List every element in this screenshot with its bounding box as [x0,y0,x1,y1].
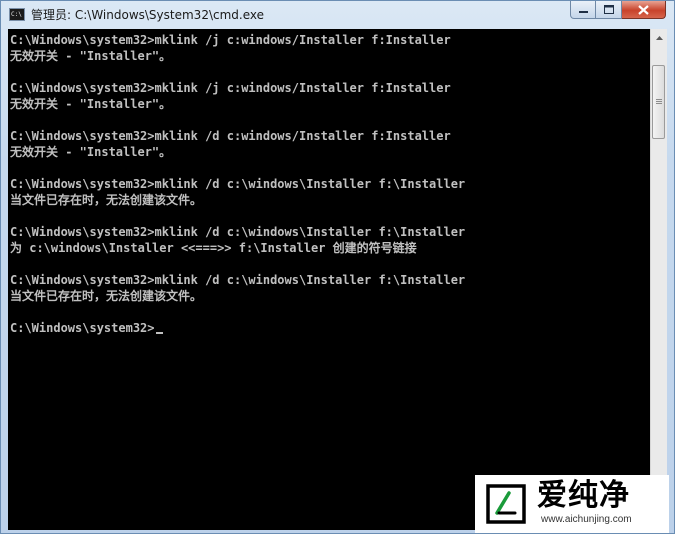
scrollbar-thumb[interactable] [652,65,665,139]
console-line: C:\Windows\system32>mklink /j c:windows/… [10,80,465,96]
console-line: 无效开关 - "Installer"。 [10,96,465,112]
close-icon [638,4,649,15]
console-line-text: 无效开关 - "Installer"。 [10,97,172,111]
close-button[interactable] [622,1,666,19]
text-cursor [155,332,163,334]
console-line-text: 当文件已存在时，无法创建该文件。 [10,193,203,207]
console-line-text: 为 c:\windows\Installer <<===>> f:\Instal… [10,241,417,255]
scroll-up-button[interactable] [651,29,667,46]
watermark-url: www.aichunjing.com [541,514,632,525]
console-line: C:\Windows\system32>mklink /d c:windows/… [10,128,465,144]
console-line: C:\Windows\system32>mklink /d c:\windows… [10,224,465,240]
maximize-icon [603,5,614,14]
console-line: 无效开关 - "Installer"。 [10,48,465,64]
console-output[interactable]: C:\Windows\system32>mklink /j c:windows/… [8,29,650,530]
console-line-text: 无效开关 - "Installer"。 [10,145,172,159]
watermark-logo: 爱纯净 www.aichunjing.com [475,475,669,533]
console-line-text: C:\Windows\system32>mklink /j c:windows/… [10,33,451,47]
console-line: 当文件已存在时，无法创建该文件。 [10,192,465,208]
watermark-logo-icon [486,484,526,524]
caption-buttons [570,1,666,20]
console-line: C:\Windows\system32>mklink /j c:windows/… [10,32,465,48]
console-line-text: C:\Windows\system32> [10,321,155,335]
watermark-name: 爱纯净 [537,478,630,513]
minimize-icon [578,11,588,13]
console-line-text: 无效开关 - "Installer"。 [10,49,172,63]
console-lines: C:\Windows\system32>mklink /j c:windows/… [10,32,465,336]
console-line-text: C:\Windows\system32>mklink /d c:\windows… [10,225,466,239]
minimize-button[interactable] [570,1,596,19]
console-line: C:\Windows\system32> [10,320,465,336]
console-line-text: C:\Windows\system32>mklink /d c:\windows… [10,177,466,191]
console-line-text: C:\Windows\system32>mklink /j c:windows/… [10,81,451,95]
console-line: 当文件已存在时，无法创建该文件。 [10,288,465,304]
console-line: C:\Windows\system32>mklink /d c:\windows… [10,272,465,288]
title-bar[interactable]: C:\ 管理员: C:\Windows\System32\cmd.exe [1,1,674,29]
vertical-scrollbar[interactable] [650,29,667,530]
console-line-text: 当文件已存在时，无法创建该文件。 [10,289,203,303]
maximize-button[interactable] [596,1,622,19]
console-line: 为 c:\windows\Installer <<===>> f:\Instal… [10,240,465,256]
cmd-window: C:\ 管理员: C:\Windows\System32\cmd.exe C:\… [0,0,675,534]
console-line: 无效开关 - "Installer"。 [10,144,465,160]
cmd-icon[interactable]: C:\ [9,8,25,21]
console-line-text: C:\Windows\system32>mklink /d c:\windows… [10,273,466,287]
console-line-text: C:\Windows\system32>mklink /d c:windows/… [10,129,451,143]
window-title: 管理员: C:\Windows\System32\cmd.exe [31,8,264,22]
console-line: C:\Windows\system32>mklink /d c:\windows… [10,176,465,192]
chevron-up-icon [655,35,663,40]
